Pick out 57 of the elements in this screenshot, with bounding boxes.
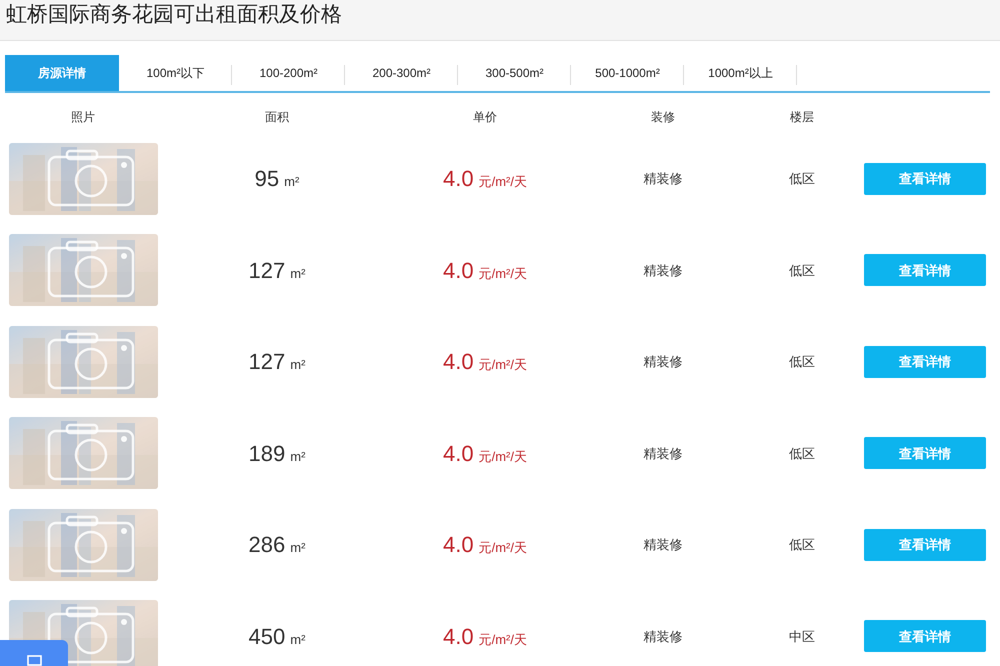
view-details-button[interactable]: 查看详情 <box>864 437 986 470</box>
area-unit: m² <box>290 264 306 283</box>
price-unit: 元/m²/天 <box>478 173 527 192</box>
view-details-button[interactable]: 查看详情 <box>864 254 986 286</box>
price-value: 4.0 <box>443 622 474 651</box>
price-unit: 元/m²/天 <box>478 630 527 649</box>
window-icon <box>26 655 42 666</box>
price-unit: 元/m²/天 <box>478 356 527 374</box>
column-header: 单价 <box>473 109 497 126</box>
price-value: 4.0 <box>443 531 474 560</box>
column-header: 面积 <box>265 109 289 126</box>
view-details-button[interactable]: 查看详情 <box>864 620 986 652</box>
area-unit: m² <box>284 173 300 192</box>
view-details-button[interactable]: 查看详情 <box>864 162 986 195</box>
filter-tab[interactable]: 1000m²以上 <box>684 55 797 91</box>
floor-text: 中区 <box>789 628 815 646</box>
area-value: 450 <box>248 622 286 651</box>
area-value: 286 <box>248 531 286 560</box>
price-value: 4.0 <box>443 440 474 468</box>
decoration-text: 精装修 <box>644 170 682 188</box>
area-unit: m² <box>290 448 306 466</box>
filter-tab[interactable]: 100-200m² <box>232 55 345 91</box>
price-value: 4.0 <box>443 348 474 376</box>
chat-widget-button[interactable] <box>0 640 68 666</box>
floor-text: 低区 <box>789 536 815 554</box>
decoration-text: 精装修 <box>644 262 682 280</box>
view-details-button[interactable]: 查看详情 <box>864 528 986 561</box>
decoration-text: 精装修 <box>644 353 682 371</box>
decoration-text: 精装修 <box>644 536 682 554</box>
area-value: 189 <box>248 440 286 468</box>
floor-text: 低区 <box>789 353 815 371</box>
filter-tab[interactable]: 房源详情 <box>5 55 119 91</box>
filter-tab[interactable]: 200-300m² <box>345 55 458 91</box>
view-details-button[interactable]: 查看详情 <box>864 346 986 378</box>
filter-tab[interactable]: 500-1000m² <box>571 55 684 91</box>
price-unit: 元/m²/天 <box>478 539 527 558</box>
price-value: 4.0 <box>443 256 474 285</box>
area-unit: m² <box>290 630 306 649</box>
price-unit: 元/m²/天 <box>478 264 527 283</box>
floor-text: 低区 <box>789 444 815 462</box>
column-header: 装修 <box>651 109 675 126</box>
floor-text: 低区 <box>789 170 815 188</box>
filter-tab[interactable]: 100m²以下 <box>119 55 232 91</box>
area-value: 127 <box>248 256 286 285</box>
price-unit: 元/m²/天 <box>478 448 527 466</box>
floor-text: 低区 <box>789 262 815 280</box>
column-header: 照片 <box>71 109 95 126</box>
area-unit: m² <box>290 356 306 374</box>
area-unit: m² <box>290 539 306 558</box>
filter-tab[interactable]: 300-500m² <box>458 55 571 91</box>
decoration-text: 精装修 <box>644 628 682 646</box>
page-title: 虹桥国际商务花园可出租面积及价格 <box>6 4 342 24</box>
price-value: 4.0 <box>443 165 474 194</box>
area-value: 95 <box>254 165 280 194</box>
decoration-text: 精装修 <box>644 444 682 462</box>
area-value: 127 <box>248 348 286 376</box>
column-header: 楼层 <box>790 109 814 126</box>
